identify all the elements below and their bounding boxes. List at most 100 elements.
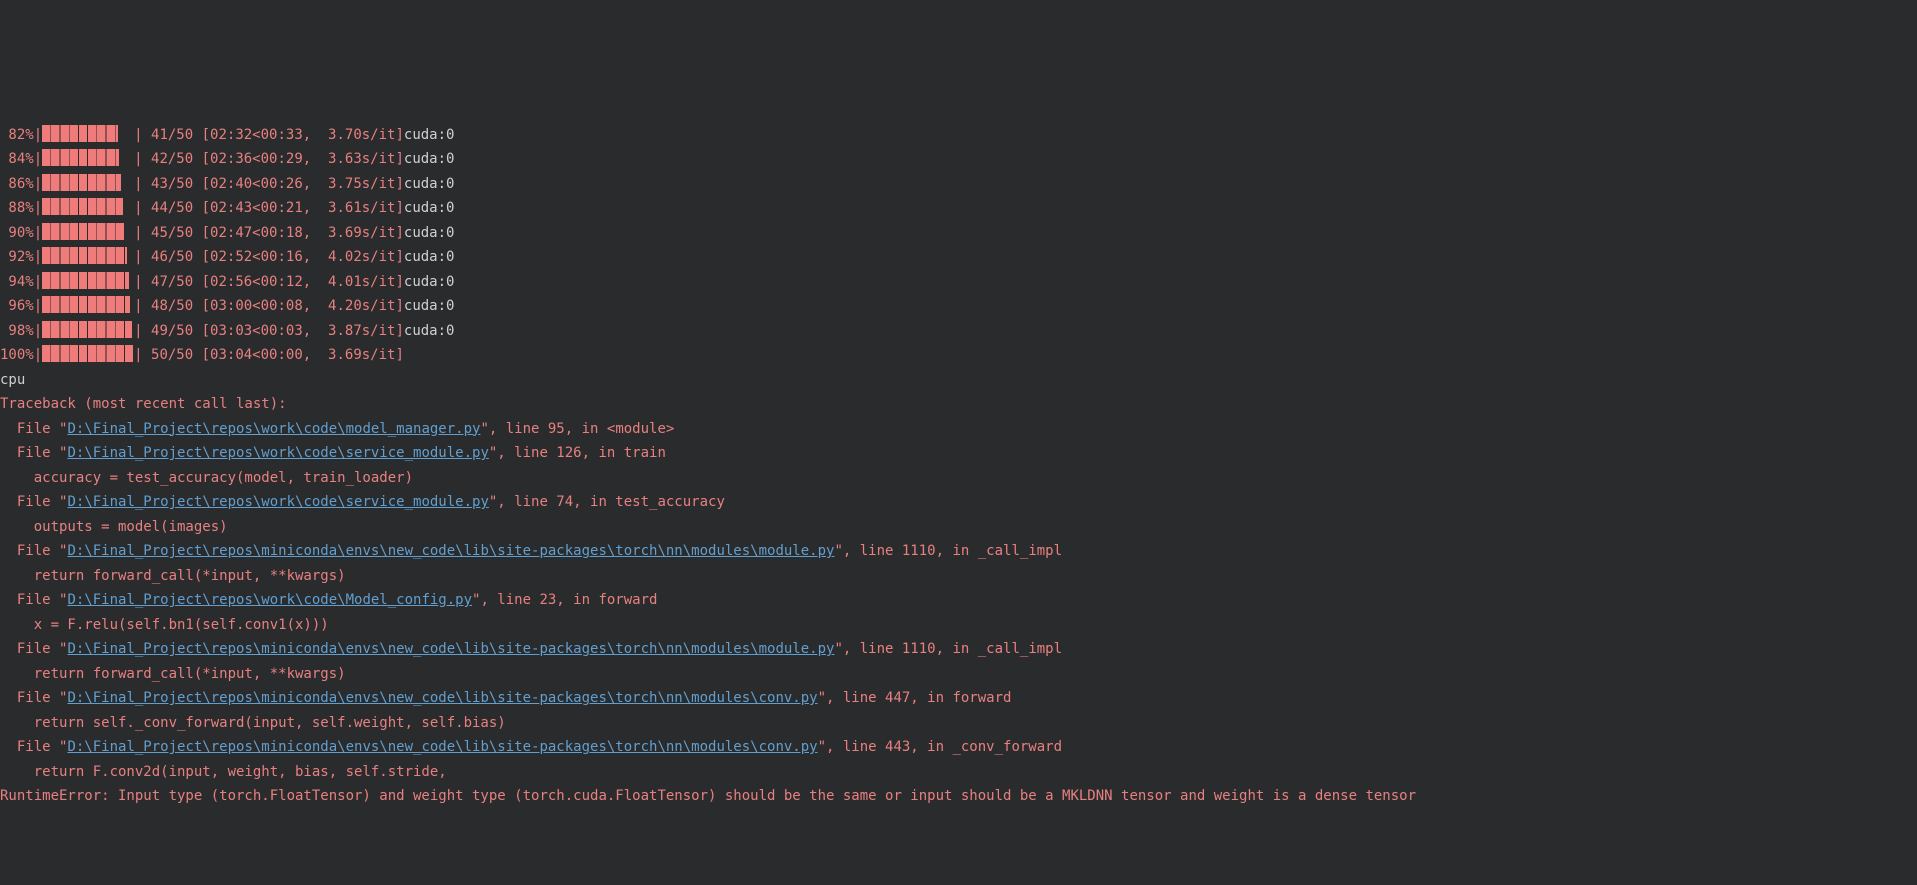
frame-line-info: ", line 23, in forward [472, 592, 657, 608]
progress-iter: 50/50 [151, 347, 193, 363]
progress-line: 92%|| 46/50 [02:52<00:16, 4.02s/it]cuda:… [0, 245, 1917, 270]
progress-timing: [02:32<00:33, 3.70s/it] [193, 127, 404, 143]
frame-file-link[interactable]: D:\Final_Project\repos\miniconda\envs\ne… [67, 690, 817, 706]
progress-device: cuda:0 [404, 274, 455, 290]
progress-bar-ticks [42, 296, 134, 313]
progress-iter: 47/50 [151, 274, 193, 290]
frame-line-info: ", line 74, in test_accuracy [489, 494, 725, 510]
frame-line-info: ", line 447, in forward [818, 690, 1012, 706]
bar-right-pipe: | [134, 274, 151, 290]
progress-line: 84%|| 42/50 [02:36<00:29, 3.63s/it]cuda:… [0, 147, 1917, 172]
frame-file-link[interactable]: D:\Final_Project\repos\work\code\service… [67, 494, 488, 510]
progress-line: 88%|| 44/50 [02:43<00:21, 3.61s/it]cuda:… [0, 196, 1917, 221]
progress-pct: 98% [0, 323, 34, 339]
frame-file-link[interactable]: D:\Final_Project\repos\miniconda\envs\ne… [67, 739, 817, 755]
frame-code: return forward_call(*input, **kwargs) [0, 662, 1917, 687]
traceback-header: Traceback (most recent call last): [0, 392, 1917, 417]
progress-pct: 96% [0, 298, 34, 314]
progress-timing: [02:40<00:26, 3.75s/it] [193, 176, 404, 192]
progress-bar-ticks [42, 223, 134, 240]
progress-bar [42, 272, 134, 289]
frame-line-info: ", line 95, in <module> [480, 421, 674, 437]
progress-bar [42, 296, 134, 313]
progress-device: cuda:0 [404, 176, 455, 192]
runtime-error: RuntimeError: Input type (torch.FloatTen… [0, 784, 1917, 809]
progress-iter: 43/50 [151, 176, 193, 192]
bar-left-pipe: | [34, 298, 42, 314]
progress-bar-ticks [42, 125, 134, 142]
frame-code: return self._conv_forward(input, self.we… [0, 711, 1917, 736]
progress-line: 96%|| 48/50 [03:00<00:08, 4.20s/it]cuda:… [0, 294, 1917, 319]
frame-code: return forward_call(*input, **kwargs) [0, 564, 1917, 589]
progress-pct: 92% [0, 249, 34, 265]
progress-timing: [03:04<00:00, 3.69s/it] [193, 347, 404, 363]
progress-iter: 45/50 [151, 225, 193, 241]
progress-bar [42, 198, 134, 215]
progress-device: cuda:0 [404, 225, 455, 241]
progress-bar-ticks [42, 149, 134, 166]
frame-file-prefix: File " [0, 690, 67, 706]
progress-line: 98%|| 49/50 [03:03<00:03, 3.87s/it]cuda:… [0, 319, 1917, 344]
progress-timing: [03:00<00:08, 4.20s/it] [193, 298, 404, 314]
progress-iter: 46/50 [151, 249, 193, 265]
traceback-frame: File "D:\Final_Project\repos\miniconda\e… [0, 735, 1917, 760]
traceback-frame: File "D:\Final_Project\repos\work\code\s… [0, 441, 1917, 466]
bar-left-pipe: | [34, 176, 42, 192]
progress-bar [42, 321, 134, 338]
frame-file-prefix: File " [0, 592, 67, 608]
progress-line: 90%|| 45/50 [02:47<00:18, 3.69s/it]cuda:… [0, 221, 1917, 246]
bar-right-pipe: | [134, 347, 151, 363]
progress-line: 100%|| 50/50 [03:04<00:00, 3.69s/it] [0, 343, 1917, 368]
frame-file-prefix: File " [0, 543, 67, 559]
progress-timing: [02:36<00:29, 3.63s/it] [193, 151, 404, 167]
bar-right-pipe: | [134, 249, 151, 265]
frame-line-info: ", line 126, in train [489, 445, 666, 461]
bar-left-pipe: | [34, 127, 42, 143]
progress-pct: 84% [0, 151, 34, 167]
progress-line: 82%|| 41/50 [02:32<00:33, 3.70s/it]cuda:… [0, 123, 1917, 148]
traceback-frame: File "D:\Final_Project\repos\work\code\s… [0, 490, 1917, 515]
traceback-frame: File "D:\Final_Project\repos\miniconda\e… [0, 686, 1917, 711]
progress-timing: [02:52<00:16, 4.02s/it] [193, 249, 404, 265]
progress-pct: 94% [0, 274, 34, 290]
frame-file-link[interactable]: D:\Final_Project\repos\miniconda\envs\ne… [67, 543, 834, 559]
progress-device: cuda:0 [404, 200, 455, 216]
progress-iter: 44/50 [151, 200, 193, 216]
bar-left-pipe: | [34, 200, 42, 216]
progress-timing: [03:03<00:03, 3.87s/it] [193, 323, 404, 339]
bar-left-pipe: | [34, 249, 42, 265]
frame-file-prefix: File " [0, 445, 67, 461]
progress-pct: 88% [0, 200, 34, 216]
frame-code: accuracy = test_accuracy(model, train_lo… [0, 466, 1917, 491]
bar-right-pipe: | [134, 323, 151, 339]
progress-line: 86%|| 43/50 [02:40<00:26, 3.75s/it]cuda:… [0, 172, 1917, 197]
frame-file-link[interactable]: D:\Final_Project\repos\miniconda\envs\ne… [67, 641, 834, 657]
frame-file-prefix: File " [0, 641, 67, 657]
progress-bar-ticks [42, 345, 134, 362]
frame-file-prefix: File " [0, 421, 67, 437]
progress-line: 94%|| 47/50 [02:56<00:12, 4.01s/it]cuda:… [0, 270, 1917, 295]
frame-file-link[interactable]: D:\Final_Project\repos\work\code\Model_c… [67, 592, 472, 608]
bar-left-pipe: | [34, 225, 42, 241]
frame-file-link[interactable]: D:\Final_Project\repos\work\code\service… [67, 445, 488, 461]
frame-line-info: ", line 443, in _conv_forward [818, 739, 1062, 755]
progress-bar-ticks [42, 174, 134, 191]
bar-right-pipe: | [134, 151, 151, 167]
progress-iter: 41/50 [151, 127, 193, 143]
progress-bar-ticks [42, 272, 134, 289]
bar-left-pipe: | [34, 274, 42, 290]
traceback-frame: File "D:\Final_Project\repos\work\code\M… [0, 588, 1917, 613]
bar-right-pipe: | [134, 298, 151, 314]
frame-code: return F.conv2d(input, weight, bias, sel… [0, 760, 1917, 785]
frame-file-link[interactable]: D:\Final_Project\repos\work\code\model_m… [67, 421, 480, 437]
progress-pct: 82% [0, 127, 34, 143]
frame-code: outputs = model(images) [0, 515, 1917, 540]
progress-device: cuda:0 [404, 249, 455, 265]
progress-bar [42, 345, 134, 362]
bar-right-pipe: | [134, 200, 151, 216]
bar-left-pipe: | [34, 323, 42, 339]
traceback-frame: File "D:\Final_Project\repos\miniconda\e… [0, 637, 1917, 662]
cpu-line: cpu [0, 368, 1917, 393]
progress-device: cuda:0 [404, 323, 455, 339]
progress-pct: 90% [0, 225, 34, 241]
